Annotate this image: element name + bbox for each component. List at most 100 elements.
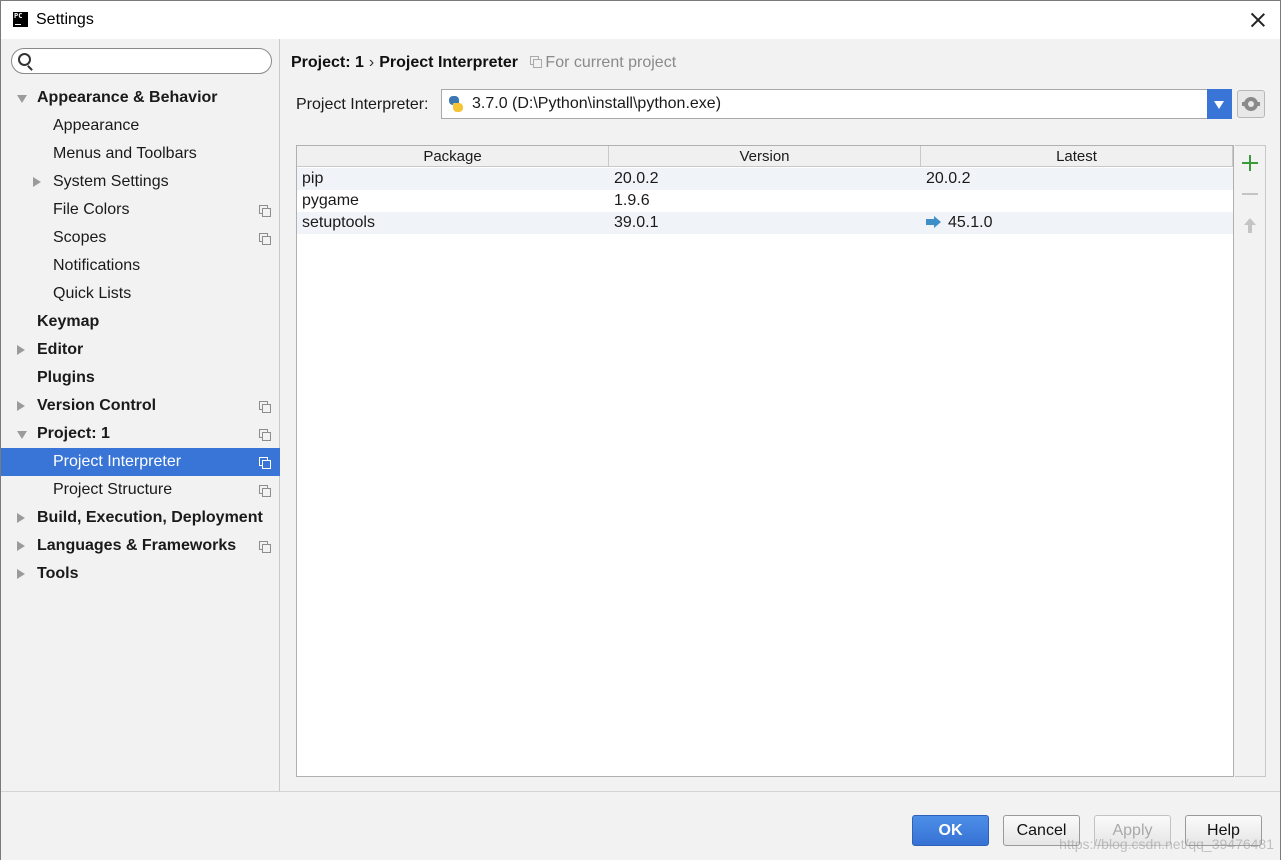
sidebar-item-label: Project Interpreter — [53, 453, 182, 470]
sidebar-item-project-interpreter[interactable]: Project Interpreter — [1, 448, 280, 476]
upgrade-arrow-icon — [926, 216, 941, 228]
add-package-icon[interactable] — [1241, 154, 1259, 172]
packages-table: Package Version Latest pip 20.0.2 20.0.2 py… — [296, 145, 1234, 777]
python-icon — [448, 96, 464, 112]
sidebar-item-quick-lists[interactable]: Quick Lists — [1, 280, 280, 308]
column-header-version[interactable]: Version — [609, 146, 921, 167]
sidebar-item-version-control[interactable]: Version Control — [1, 392, 280, 420]
chevron-right-icon[interactable] — [17, 569, 25, 579]
chevron-right-icon[interactable] — [33, 177, 41, 187]
interpreter-label: Project Interpreter: — [296, 96, 429, 113]
sidebar-item-file-colors[interactable]: File Colors — [1, 196, 280, 224]
package-version: 1.9.6 — [614, 192, 650, 209]
copy-icon — [259, 233, 271, 245]
chevron-right-icon[interactable] — [17, 513, 25, 523]
chevron-down-icon[interactable] — [17, 95, 27, 103]
ok-button[interactable]: OK — [912, 815, 989, 846]
remove-package-icon[interactable] — [1241, 185, 1259, 203]
sidebar-item-label: Keymap — [37, 313, 100, 330]
sidebar-item-project-1[interactable]: Project: 1 — [1, 420, 280, 448]
sidebar-item-tools[interactable]: Tools — [1, 560, 280, 588]
table-row[interactable]: setuptools 39.0.1 45.1.0 — [297, 212, 1233, 234]
sidebar-item-label: File Colors — [53, 201, 130, 218]
sidebar-item-menus-and-toolbars[interactable]: Menus and Toolbars — [1, 140, 280, 168]
main-panel: Project: 1 › Project Interpreter For curre… — [281, 39, 1280, 791]
copy-icon — [259, 457, 271, 469]
upgrade-package-icon[interactable] — [1241, 217, 1259, 235]
dialog-footer: OK Cancel Apply Help https://blog.csdn.n… — [1, 791, 1280, 860]
breadcrumb-separator: › — [368, 54, 375, 71]
package-toolbar — [1235, 145, 1266, 777]
table-header: Package Version Latest — [297, 146, 1233, 167]
settings-sidebar: Appearance & Behavior Appearance Menus and… — [1, 39, 280, 791]
breadcrumb-current: Project Interpreter — [379, 54, 518, 71]
chevron-down-icon[interactable] — [1207, 89, 1232, 119]
column-header-latest[interactable]: Latest — [921, 146, 1233, 167]
sidebar-item-label: Editor — [37, 341, 84, 358]
chevron-down-icon[interactable] — [17, 431, 27, 439]
package-name: pygame — [302, 192, 359, 209]
chevron-right-icon[interactable] — [17, 345, 25, 355]
sidebar-item-label: Build, Execution, Deployment — [37, 509, 263, 526]
sidebar-item-label: Appearance — [53, 117, 140, 134]
package-name: pip — [302, 170, 324, 187]
column-header-package[interactable]: Package — [297, 146, 609, 167]
scope-note-text: For current project — [545, 54, 677, 71]
package-latest-value: 45.1.0 — [948, 214, 993, 231]
scope-note: For current project — [530, 54, 676, 71]
sidebar-item-languages-frameworks[interactable]: Languages & Frameworks — [1, 532, 280, 560]
chevron-right-icon[interactable] — [17, 541, 25, 551]
package-latest: 45.1.0 — [926, 212, 992, 234]
sidebar-item-label: Tools — [37, 565, 79, 582]
interpreter-value: 3.7.0 (D:\Python\install\python.exe) — [472, 95, 722, 112]
sidebar-item-keymap[interactable]: Keymap — [1, 308, 280, 336]
title-bar: PC Settings — [1, 1, 1280, 39]
sidebar-item-label: Languages & Frameworks — [37, 537, 237, 554]
sidebar-item-label: Project: 1 — [37, 425, 110, 442]
package-latest: 20.0.2 — [926, 168, 970, 190]
package-version: 20.0.2 — [614, 170, 659, 187]
sidebar-item-label: Menus and Toolbars — [53, 145, 197, 162]
copy-icon — [259, 541, 271, 553]
sidebar-item-label: Quick Lists — [53, 285, 132, 302]
package-name: setuptools — [302, 214, 375, 231]
copy-icon — [259, 485, 271, 497]
settings-dialog: PC Settings Appearance & Behavior Appeara… — [0, 0, 1281, 860]
sidebar-item-label: Plugins — [37, 369, 95, 386]
sidebar-item-label: Version Control — [37, 397, 157, 414]
sidebar-item-project-structure[interactable]: Project Structure — [1, 476, 280, 504]
sidebar-item-build-execution-deployment[interactable]: Build, Execution, Deployment — [1, 504, 280, 532]
copy-icon — [530, 56, 543, 68]
sidebar-item-label: Notifications — [53, 257, 141, 274]
table-row[interactable]: pip 20.0.2 20.0.2 — [297, 168, 1233, 190]
breadcrumb: Project: 1 › Project Interpreter For curre… — [291, 54, 676, 72]
sidebar-item-appearance-behavior[interactable]: Appearance & Behavior — [1, 84, 280, 112]
sidebar-item-notifications[interactable]: Notifications — [1, 252, 280, 280]
copy-icon — [259, 429, 271, 441]
copy-icon — [259, 401, 271, 413]
search-icon — [18, 53, 31, 66]
window-title: Settings — [36, 11, 94, 28]
interpreter-settings-button[interactable] — [1237, 90, 1265, 118]
sidebar-item-label: System Settings — [53, 173, 169, 190]
interpreter-select[interactable]: 3.7.0 (D:\Python\install\python.exe) — [441, 89, 1232, 119]
settings-tree: Appearance & Behavior Appearance Menus and… — [1, 84, 280, 588]
search-input[interactable] — [40, 52, 265, 70]
sidebar-item-editor[interactable]: Editor — [1, 336, 280, 364]
close-icon[interactable] — [1248, 10, 1268, 30]
package-latest-value: 20.0.2 — [926, 170, 971, 187]
package-version: 39.0.1 — [614, 214, 659, 231]
table-row[interactable]: pygame 1.9.6 — [297, 190, 1233, 212]
sidebar-item-appearance[interactable]: Appearance — [1, 112, 280, 140]
sidebar-item-label: Appearance & Behavior — [37, 89, 218, 106]
sidebar-item-plugins[interactable]: Plugins — [1, 364, 280, 392]
gear-icon — [1242, 97, 1260, 111]
search-box[interactable] — [11, 48, 272, 74]
sidebar-item-system-settings[interactable]: System Settings — [1, 168, 280, 196]
sidebar-item-label: Project Structure — [53, 481, 173, 498]
breadcrumb-parent[interactable]: Project: 1 — [291, 54, 364, 71]
chevron-right-icon[interactable] — [17, 401, 25, 411]
sidebar-item-scopes[interactable]: Scopes — [1, 224, 280, 252]
sidebar-item-label: Scopes — [53, 229, 107, 246]
copy-icon — [259, 205, 271, 217]
